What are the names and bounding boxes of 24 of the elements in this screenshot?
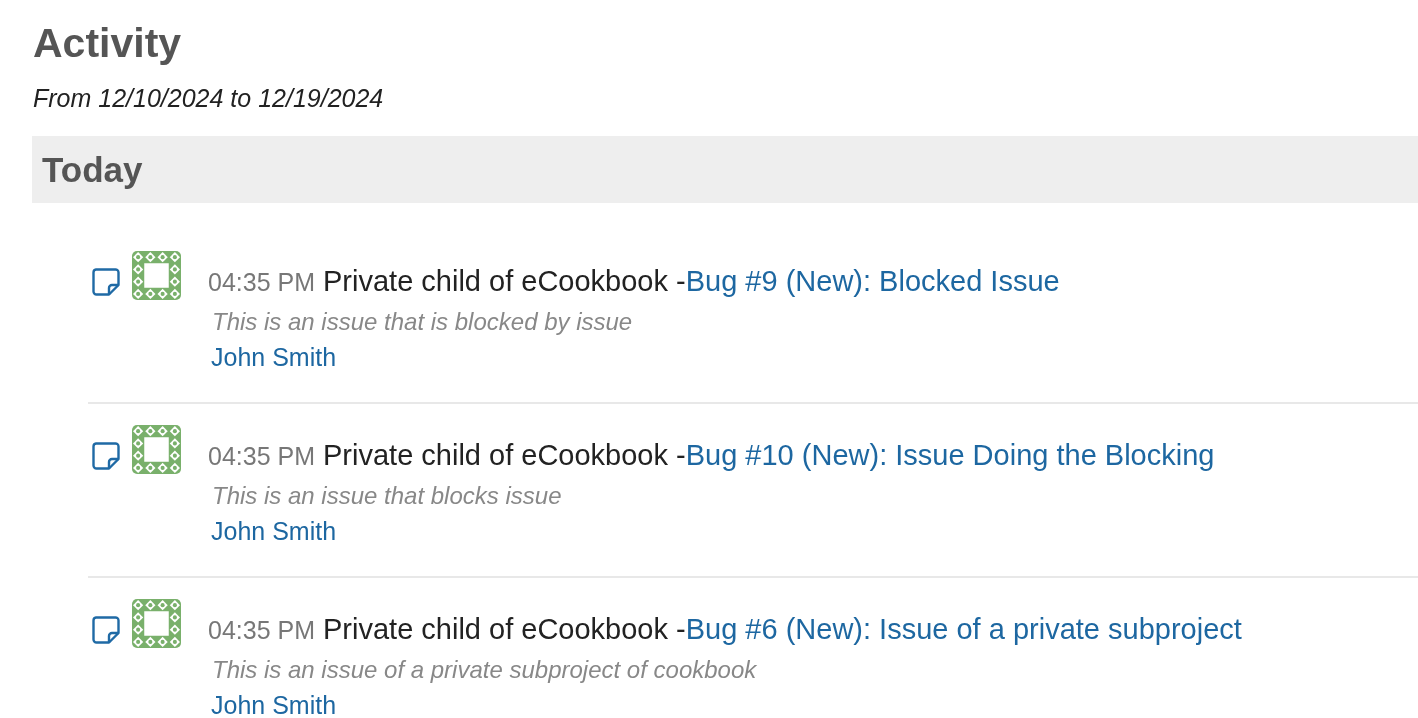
event-project: Private child of eCookbook -	[323, 265, 686, 297]
author-link[interactable]: John Smith	[211, 343, 337, 371]
note-icon	[92, 442, 120, 470]
avatar-icon	[132, 599, 181, 648]
author-link[interactable]: John Smith	[211, 691, 337, 718]
date-range: From 12/10/2024 to 12/19/2024	[33, 83, 384, 113]
event-time: 04:35 PM	[208, 616, 315, 644]
event-time: 04:35 PM	[208, 442, 315, 470]
issue-link[interactable]: Bug #10 (New): Issue Doing the Blocking	[685, 439, 1215, 471]
issue-link[interactable]: Bug #6 (New): Issue of a private subproject	[685, 613, 1242, 645]
event-description: This is an issue of a private subproject of cookbook	[212, 655, 757, 685]
avatar-icon	[132, 251, 181, 300]
avatar-icon	[132, 425, 181, 474]
event-project: Private child of eCookbook -	[323, 613, 686, 645]
note-icon	[92, 616, 120, 644]
day-heading: Today	[32, 136, 1418, 203]
event-description: This is an issue that is blocked by issue	[212, 307, 633, 337]
event-time: 04:35 PM	[208, 268, 315, 296]
note-icon	[92, 268, 120, 296]
author-link[interactable]: John Smith	[211, 517, 337, 545]
page-title: Activity	[33, 19, 182, 68]
event-project: Private child of eCookbook -	[323, 439, 686, 471]
issue-link[interactable]: Bug #9 (New): Blocked Issue	[685, 265, 1060, 297]
event-description: This is an issue that blocks issue	[212, 481, 562, 511]
